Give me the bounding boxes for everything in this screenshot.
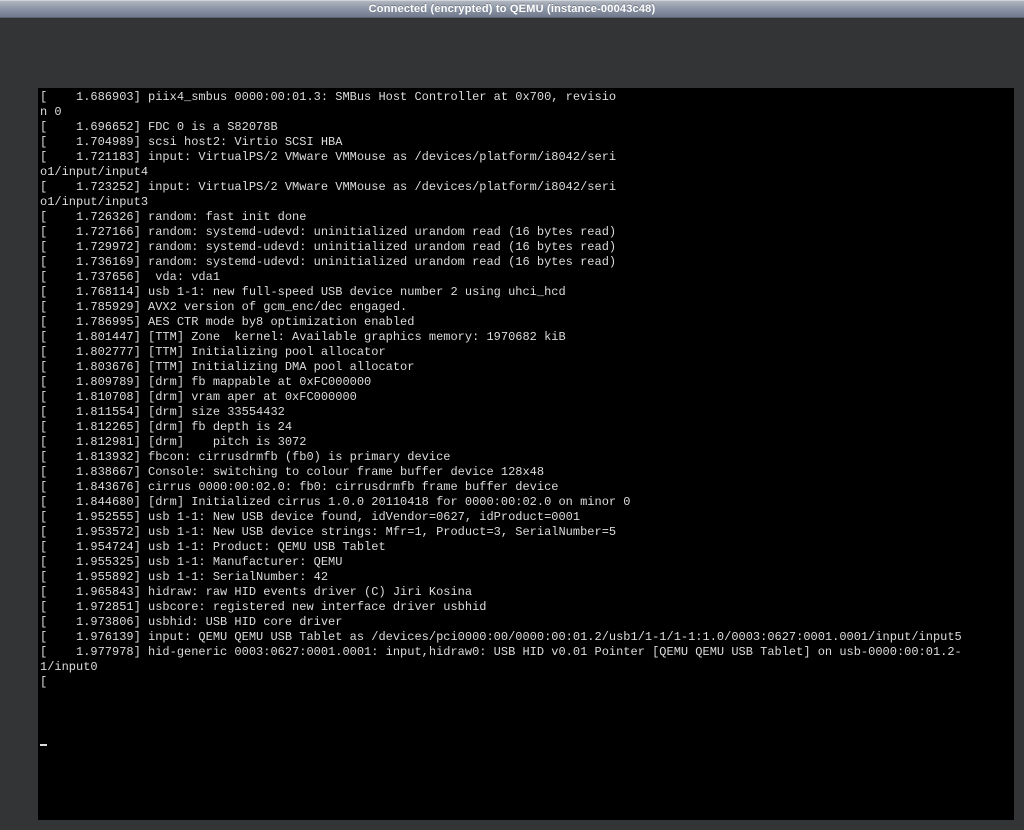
window-title-bar[interactable]: Connected (encrypted) to QEMU (instance-… [0,0,1024,18]
terminal-output: [ 1.686903] piix4_smbus 0000:00:01.3: SM… [38,88,1014,750]
terminal-line: [ 1.810708] [drm] vram aper at 0xFC00000… [40,390,1014,405]
terminal-cursor-line [40,735,1014,750]
terminal-line: [ 1.811554] [drm] size 33554432 [40,405,1014,420]
terminal-line: o1/input/input3 [40,195,1014,210]
terminal-line: [ 1.803676] [TTM] Initializing DMA pool … [40,360,1014,375]
terminal-line [40,720,1014,735]
terminal-line: n 0 [40,105,1014,120]
terminal-line: [ 1.973806] usbhid: USB HID core driver [40,615,1014,630]
terminal-line: [ 1.976139] input: QEMU QEMU USB Tablet … [40,630,1014,645]
terminal-line: [ 1.727166] random: systemd-udevd: unini… [40,225,1014,240]
terminal-line: [ 1.786995] AES CTR mode by8 optimizatio… [40,315,1014,330]
terminal-line: [ 1.977978] hid-generic 0003:0627:0001.0… [40,645,1014,660]
terminal-line: [ 1.801447] [TTM] Zone kernel: Available… [40,330,1014,345]
terminal-line: [ 1.785929] AVX2 version of gcm_enc/dec … [40,300,1014,315]
terminal-line: [ 1.696652] FDC 0 is a S82078B [40,120,1014,135]
terminal-line [40,690,1014,705]
terminal-line: [ 1.812265] [drm] fb depth is 24 [40,420,1014,435]
terminal-line [40,705,1014,720]
terminal-line: [ 1.802777] [TTM] Initializing pool allo… [40,345,1014,360]
terminal-line: o1/input/input4 [40,165,1014,180]
terminal-line: [ 1.812981] [drm] pitch is 3072 [40,435,1014,450]
terminal-line: [ 1.737656] vda: vda1 [40,270,1014,285]
terminal-line: [ 1.768114] usb 1-1: new full-speed USB … [40,285,1014,300]
terminal-line: [ 1.844680] [drm] Initialized cirrus 1.0… [40,495,1014,510]
console-viewport[interactable]: [ 1.686903] piix4_smbus 0000:00:01.3: SM… [38,88,1014,820]
terminal-line: [ 1.953572] usb 1-1: New USB device stri… [40,525,1014,540]
terminal-line: [ 1.965843] hidraw: raw HID events drive… [40,585,1014,600]
terminal-line: [ 1.955325] usb 1-1: Manufacturer: QEMU [40,555,1014,570]
terminal-cursor [40,744,47,746]
terminal-line: [ 1.838667] Console: switching to colour… [40,465,1014,480]
terminal-line: [ 1.723252] input: VirtualPS/2 VMware VM… [40,180,1014,195]
terminal-line: [ 1.955892] usb 1-1: SerialNumber: 42 [40,570,1014,585]
terminal-line: [ 1.736169] random: systemd-udevd: unini… [40,255,1014,270]
terminal-line: [ 1.729972] random: systemd-udevd: unini… [40,240,1014,255]
terminal-line: [ 1.954724] usb 1-1: Product: QEMU USB T… [40,540,1014,555]
terminal-line: [ 1.843676] cirrus 0000:00:02.0: fb0: ci… [40,480,1014,495]
terminal-line: [ 1.726326] random: fast init done [40,210,1014,225]
terminal-line: [ 1.704989] scsi host2: Virtio SCSI HBA [40,135,1014,150]
terminal-line: [ 1.686903] piix4_smbus 0000:00:01.3: SM… [40,90,1014,105]
terminal-line: [ 1.809789] [drm] fb mappable at 0xFC000… [40,375,1014,390]
terminal-line: [ 1.721183] input: VirtualPS/2 VMware VM… [40,150,1014,165]
terminal-line: [ 1.952555] usb 1-1: New USB device foun… [40,510,1014,525]
terminal-line: [ 1.813932] fbcon: cirrusdrmfb (fb0) is … [40,450,1014,465]
window-title: Connected (encrypted) to QEMU (instance-… [369,3,656,15]
terminal-line: [ 1.972851] usbcore: registered new inte… [40,600,1014,615]
terminal-line: [ [40,675,1014,690]
terminal-line: 1/input0 [40,660,1014,675]
